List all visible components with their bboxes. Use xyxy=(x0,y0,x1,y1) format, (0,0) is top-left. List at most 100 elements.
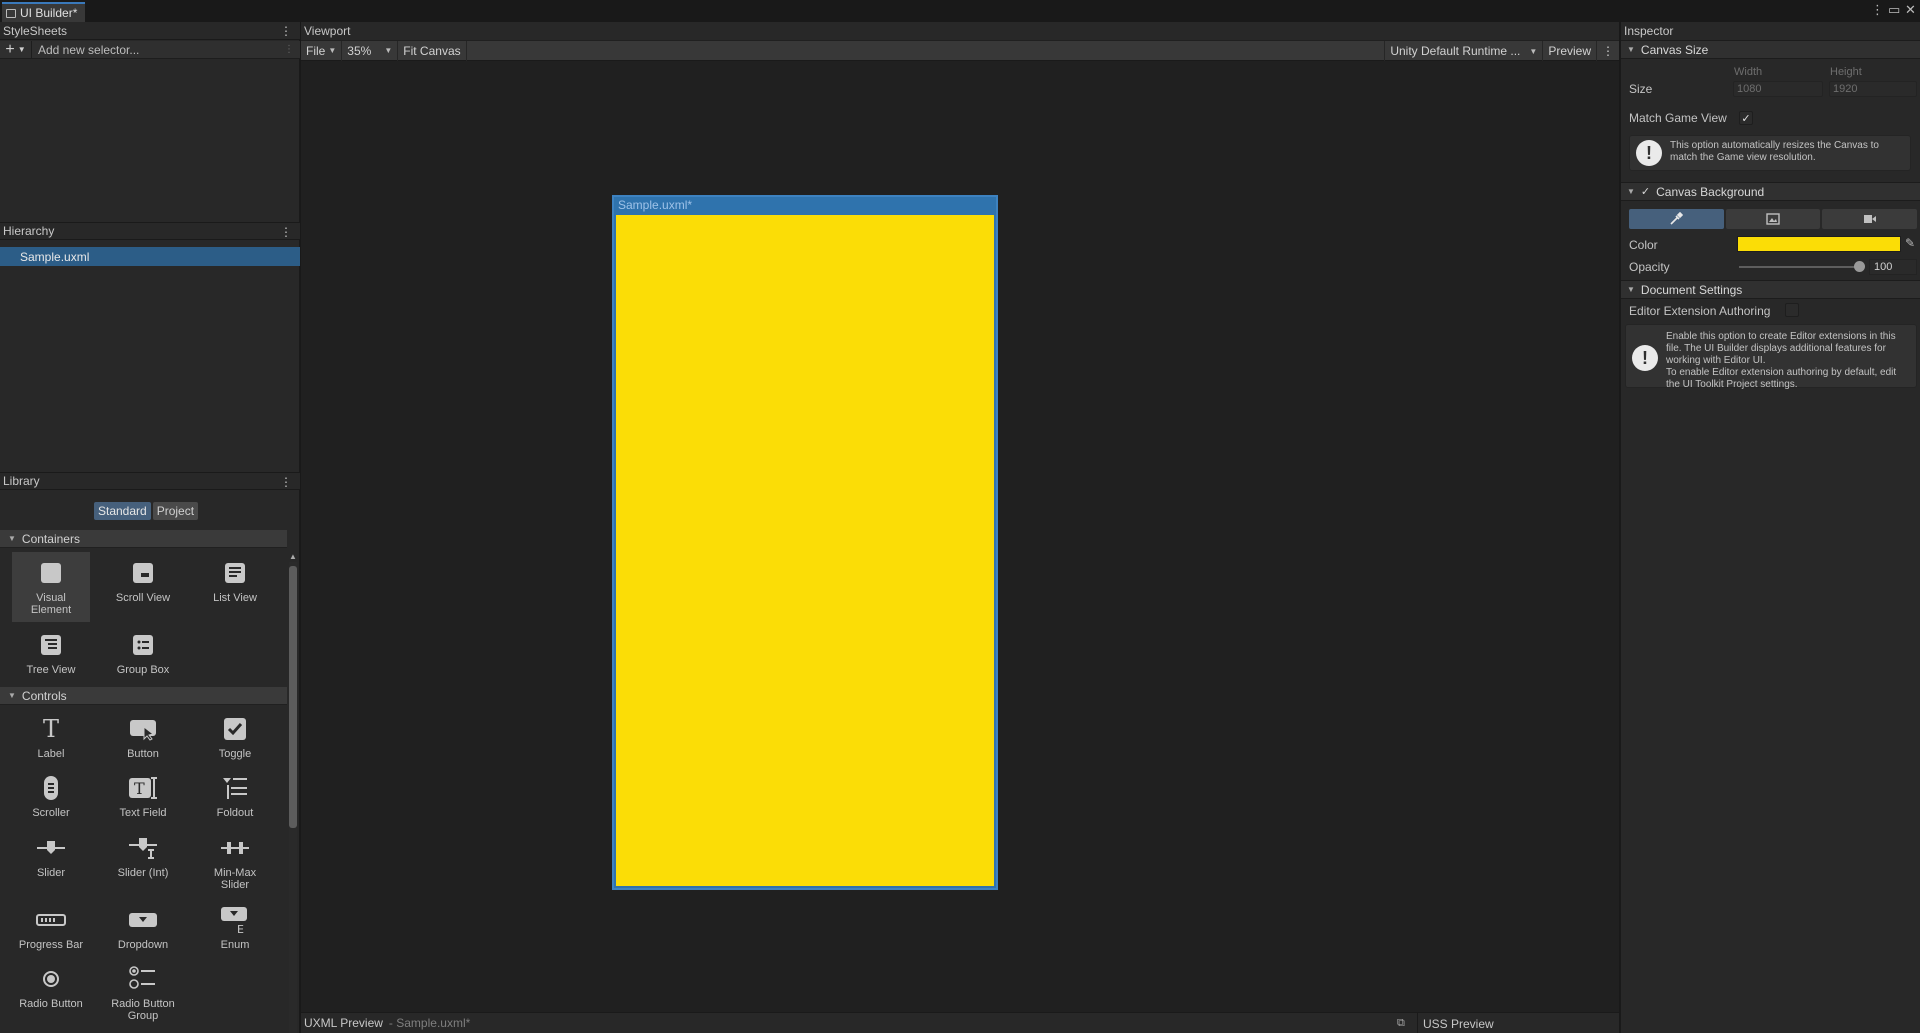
opacity-label: Opacity xyxy=(1629,260,1670,274)
add-stylesheet-button[interactable]: + ▼ xyxy=(0,40,32,59)
library-tabs: Standard Project xyxy=(94,502,199,520)
library-item-foldout[interactable]: Foldout xyxy=(196,767,274,825)
theme-dropdown[interactable]: Unity Default Runtime ... ▼ xyxy=(1384,41,1542,61)
add-selector-input[interactable]: Add new selector... xyxy=(38,42,284,58)
text-field-icon: T xyxy=(128,773,158,803)
popout-icon[interactable]: ⧉ xyxy=(1397,1017,1405,1030)
section-containers[interactable]: ▼ Containers xyxy=(0,530,287,548)
library-item-list-view[interactable]: List View xyxy=(196,552,274,620)
library-item-group-box[interactable]: Group Box xyxy=(104,624,182,692)
canvas-title[interactable]: Sample.uxml* xyxy=(618,198,692,212)
color-field[interactable] xyxy=(1737,236,1901,252)
inspector-panel: Inspector ▼ Canvas Size Width Height Siz… xyxy=(1620,22,1920,1033)
preview-button[interactable]: Preview xyxy=(1542,41,1596,61)
library-item-scroller[interactable]: Scroller xyxy=(12,767,90,825)
foldout-arrow-icon: ▼ xyxy=(8,691,16,700)
library-item-radio-button-group[interactable]: Radio Button Group xyxy=(104,958,182,1030)
color-label: Color xyxy=(1629,238,1658,252)
opacity-slider-track[interactable] xyxy=(1739,266,1859,268)
library-item-scroll-view[interactable]: Scroll View xyxy=(104,552,182,620)
library-item-label: List View xyxy=(213,592,257,604)
section-document-settings[interactable]: ▼ Document Settings xyxy=(1621,280,1920,299)
library-scrollbar[interactable]: ▲ ▼ xyxy=(288,552,298,1033)
size-label: Size xyxy=(1629,82,1653,96)
section-title: Document Settings xyxy=(1640,282,1743,297)
scrollbar-thumb[interactable] xyxy=(289,566,297,828)
window-tab[interactable]: UI Builder* xyxy=(2,2,86,22)
uxml-preview-label[interactable]: UXML Preview xyxy=(304,1016,383,1030)
library-item-label[interactable]: T Label xyxy=(12,708,90,776)
fit-canvas-button[interactable]: Fit Canvas xyxy=(398,40,467,61)
scroll-up-icon[interactable]: ▲ xyxy=(289,552,297,561)
library-item-enum[interactable]: E Enum xyxy=(196,899,274,967)
library-menu-icon[interactable]: ⋮ xyxy=(280,476,292,488)
progress-bar-icon xyxy=(36,905,66,935)
canvas-background[interactable] xyxy=(616,215,994,886)
dropdown-arrow-icon: ▼ xyxy=(328,46,337,55)
checkmark-icon[interactable]: ✓ xyxy=(1641,185,1650,198)
library-item-button[interactable]: Button xyxy=(104,708,182,776)
opacity-field[interactable]: 100 xyxy=(1869,259,1917,275)
library-item-label-text: Foldout xyxy=(216,807,254,819)
canvas-size-help-text: This option automatically resizes the Ca… xyxy=(1670,140,1879,163)
eyedropper-icon[interactable]: ✎ xyxy=(1905,236,1915,250)
library-item-progress-bar[interactable]: Progress Bar xyxy=(12,899,90,967)
camera-mode-button[interactable] xyxy=(1822,209,1918,229)
width-field[interactable]: 1080 xyxy=(1733,81,1823,97)
file-menu-button[interactable]: File ▼ xyxy=(301,40,343,61)
file-menu-label: File xyxy=(306,43,326,58)
library-item-radio-button[interactable]: Radio Button xyxy=(12,958,90,1026)
stylesheets-menu-icon[interactable]: ⋮ xyxy=(280,25,292,37)
opacity-slider-thumb[interactable] xyxy=(1854,261,1865,272)
selector-options-icon[interactable]: ⋮ xyxy=(284,44,294,55)
section-controls[interactable]: ▼ Controls xyxy=(0,687,287,705)
tab-project[interactable]: Project xyxy=(152,502,199,520)
foldout-arrow-icon: ▼ xyxy=(1627,45,1635,54)
stylesheets-title: StyleSheets xyxy=(3,23,68,38)
foldout-arrow-icon: ▼ xyxy=(1627,285,1635,294)
viewport-toolbar: File ▼ 35% ▼ Fit Canvas Unity Default Runt… xyxy=(301,40,1619,61)
svg-text:T: T xyxy=(134,779,145,798)
hierarchy-menu-icon[interactable]: ⋮ xyxy=(280,226,292,238)
section-canvas-background[interactable]: ▼ ✓ Canvas Background xyxy=(1621,182,1920,201)
inspector-title: Inspector xyxy=(1624,24,1674,38)
library-item-visual-element[interactable]: Visual Element xyxy=(12,552,90,622)
library-title: Library xyxy=(3,474,40,488)
library-item-toggle[interactable]: Toggle xyxy=(196,708,274,776)
color-mode-button[interactable] xyxy=(1629,209,1724,229)
min-max-slider-icon xyxy=(220,833,250,863)
foldout-arrow-icon: ▼ xyxy=(1627,187,1635,196)
kebab-menu-icon[interactable]: ⋮ xyxy=(1871,2,1884,18)
hierarchy-item[interactable]: Sample.uxml xyxy=(0,247,300,266)
document-settings-helpbox: ! Enable this option to create Editor ex… xyxy=(1625,324,1917,390)
tab-standard[interactable]: Standard xyxy=(94,502,151,520)
canvas[interactable]: Sample.uxml* xyxy=(612,195,998,890)
library-item-slider-int[interactable]: Slider (Int) xyxy=(104,827,182,895)
library-item-dropdown[interactable]: Dropdown xyxy=(104,899,182,967)
maximize-icon[interactable]: ▭ xyxy=(1888,2,1900,18)
library-item-min-max-slider[interactable]: Min-Max Slider xyxy=(196,827,274,897)
dropdown-arrow-icon: ▼ xyxy=(17,45,26,54)
editor-extension-checkbox[interactable] xyxy=(1785,303,1799,317)
height-caption: Height xyxy=(1830,66,1862,78)
match-game-view-checkbox[interactable]: ✓ xyxy=(1739,111,1753,125)
image-mode-button[interactable] xyxy=(1725,209,1821,229)
section-title: Canvas Size xyxy=(1640,42,1709,57)
stylesheets-toolbar: + ▼ Add new selector... ⋮ xyxy=(0,40,300,59)
library-item-label-text: Button xyxy=(127,748,159,760)
alert-icon: ! xyxy=(1632,345,1658,371)
close-icon[interactable]: ✕ xyxy=(1905,2,1916,18)
viewport-menu-icon[interactable]: ⋮ xyxy=(1596,41,1619,61)
plus-icon: + xyxy=(5,40,15,58)
library-item-slider[interactable]: Slider xyxy=(12,827,90,895)
uss-preview-label[interactable]: USS Preview xyxy=(1417,1013,1619,1033)
zoom-dropdown[interactable]: 35% ▼ xyxy=(342,40,399,61)
scroll-view-icon xyxy=(128,558,158,588)
height-field[interactable]: 1920 xyxy=(1829,81,1917,97)
library-item-text-field[interactable]: T Text Field xyxy=(104,767,182,825)
section-canvas-size[interactable]: ▼ Canvas Size xyxy=(1621,40,1920,59)
library-item-label-text: Text Field xyxy=(119,807,167,819)
radio-button-icon xyxy=(36,964,66,994)
library-item-tree-view[interactable]: Tree View xyxy=(12,624,90,692)
width-caption: Width xyxy=(1734,66,1763,78)
